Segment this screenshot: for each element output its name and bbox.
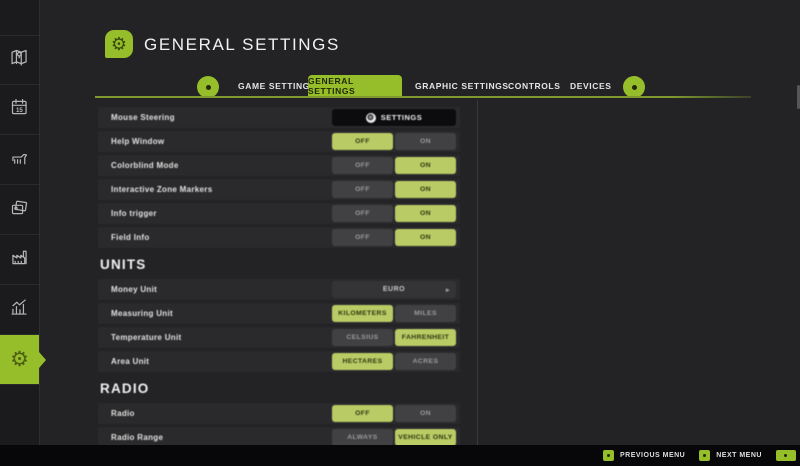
sidebar-item-settings-gear[interactable]: ⚙ [0,335,39,385]
setting-label: Info trigger [111,209,332,218]
sidebar-item-production[interactable] [0,235,39,285]
svg-text:15: 15 [16,107,23,114]
setting-label: Interactive Zone Markers [111,185,332,194]
tab-devices[interactable]: DEVICES [570,75,612,97]
toggle-option-miles[interactable]: MILES [395,305,456,322]
gear-icon: ⚙ [366,113,376,123]
toggle-option-off[interactable]: OFF [332,157,393,174]
footer-bar: PREVIOUS MENUNEXT MENUBACK [0,445,800,466]
toggle-option-on[interactable]: ON [395,405,456,422]
sidebar-item-map[interactable] [0,35,39,85]
toggle-option-kilometers[interactable]: KILOMETERS [332,305,393,322]
toggle-measuring-unit: KILOMETERSMILES [332,305,456,322]
section-title: UNITS [100,257,460,272]
settings-gear-icon: ⚙ [10,349,29,371]
toggle-temperature-unit: CELSIUSFAHRENHEIT [332,329,456,346]
setting-row: Info triggerOFFON [98,203,460,224]
section-title: RADIO [100,381,460,396]
footer-label-previous-menu[interactable]: PREVIOUS MENU [620,452,685,459]
toggle-help-window: OFFON [332,133,456,150]
setting-row: Help WindowOFFON [98,131,460,152]
toggle-radio: OFFON [332,405,456,422]
settings-list: Mouse Steering⚙SETTINGSHelp WindowOFFONC… [98,107,460,451]
setting-label: Mouse Steering [111,113,332,122]
tab-game-settings[interactable]: GAME SETTINGS [238,75,316,97]
key-badge-icon [603,450,614,461]
setting-row: Area UnitHECTARESACRES [98,351,460,372]
toggle-option-off[interactable]: OFF [332,181,393,198]
toggle-radio-range: ALWAYSVEHICLE ONLY [332,429,456,446]
setting-label: Area Unit [111,357,332,366]
contracts-icon [9,197,30,223]
setting-row: RadioOFFON [98,403,460,424]
tab-controls[interactable]: CONTROLS [508,75,561,97]
toggle-option-acres[interactable]: ACRES [395,353,456,370]
toggle-option-on[interactable]: ON [395,133,456,150]
setting-label: Colorblind Mode [111,161,332,170]
setting-row: Colorblind ModeOFFON [98,155,460,176]
key-badge-icon [699,450,710,461]
page-title-gear-icon: ⚙ [105,30,133,58]
sidebar: 15 ⚙ [0,0,40,445]
toggle-info-trigger: OFFON [332,205,456,222]
toggle-option-hectares[interactable]: HECTARES [332,353,393,370]
toggle-option-vehicle-only[interactable]: VEHICLE ONLY [395,429,456,446]
setting-label: Measuring Unit [111,309,332,318]
key-badge-wide-icon [776,450,796,461]
statistics-icon [9,297,30,323]
setting-label: Radio [111,409,332,418]
toggle-option-fahrenheit[interactable]: FAHRENHEIT [395,329,456,346]
setting-label: Radio Range [111,433,332,442]
chevron-right-icon: ▸ [446,286,450,294]
production-icon [9,247,30,273]
sidebar-item-contracts[interactable] [0,185,39,235]
setting-label: Help Window [111,137,332,146]
setting-row: Money UnitEURO▸ [98,279,460,300]
toggle-option-off[interactable]: OFF [332,133,393,150]
setting-row: Mouse Steering⚙SETTINGS [98,107,460,128]
prev-tab-circle-icon[interactable] [197,76,219,98]
money-unit-dropdown[interactable]: EURO▸ [332,281,456,298]
tab-graphic-settings[interactable]: GRAPHIC SETTINGS [415,75,509,97]
animals-icon [9,147,30,173]
sidebar-item-animals[interactable] [0,135,39,185]
calendar-icon: 15 [9,97,30,123]
next-tab-circle-icon[interactable] [623,76,645,98]
footer-label-next-menu[interactable]: NEXT MENU [716,452,762,459]
toggle-field-info: OFFON [332,229,456,246]
setting-row: Interactive Zone MarkersOFFON [98,179,460,200]
setting-label: Money Unit [111,285,332,294]
setting-label: Field Info [111,233,332,242]
panel-divider [477,100,478,445]
toggle-colorblind-mode: OFFON [332,157,456,174]
setting-label: Temperature Unit [111,333,332,342]
tab-general-settings[interactable]: GENERAL SETTINGS [308,75,402,97]
toggle-option-off[interactable]: OFF [332,205,393,222]
toggle-option-on[interactable]: ON [395,181,456,198]
setting-row: Measuring UnitKILOMETERSMILES [98,303,460,324]
setting-row: Temperature UnitCELSIUSFAHRENHEIT [98,327,460,348]
sidebar-item-calendar[interactable]: 15 [0,85,39,135]
toggle-option-off[interactable]: OFF [332,405,393,422]
tab-underline [95,96,751,98]
setting-row: Field InfoOFFON [98,227,460,248]
mouse-steering-settings-button[interactable]: ⚙SETTINGS [332,109,456,126]
toggle-option-on[interactable]: ON [395,229,456,246]
toggle-area-unit: HECTARESACRES [332,353,456,370]
toggle-option-celsius[interactable]: CELSIUS [332,329,393,346]
map-icon [9,47,30,73]
toggle-option-off[interactable]: OFF [332,229,393,246]
sidebar-item-statistics[interactable] [0,285,39,335]
toggle-option-on[interactable]: ON [395,205,456,222]
toggle-interactive-zone-markers: OFFON [332,181,456,198]
page-title: GENERAL SETTINGS [144,35,340,55]
toggle-option-always[interactable]: ALWAYS [332,429,393,446]
toggle-option-on[interactable]: ON [395,157,456,174]
